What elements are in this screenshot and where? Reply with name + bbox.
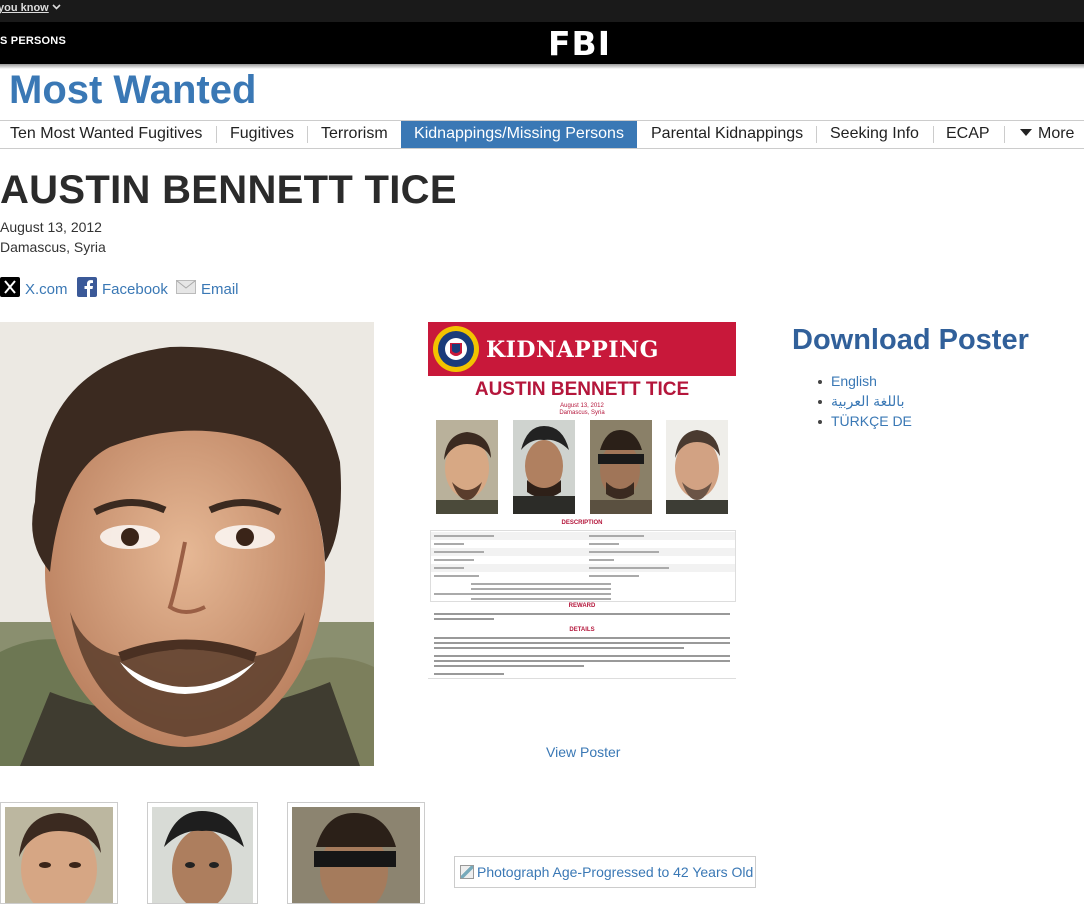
share-email-label: Email xyxy=(201,280,239,298)
nav-terrorism[interactable]: Terrorism xyxy=(307,121,402,148)
download-turkish-link[interactable]: TÜRKÇE DE xyxy=(812,412,912,432)
did-you-know-link[interactable]: you know xyxy=(0,2,61,14)
kidnapping-poster[interactable]: KIDNAPPING AUSTIN BENNETT TICE August 13… xyxy=(428,322,736,717)
poster-details-heading: DETAILS xyxy=(569,627,595,633)
age-progressed-photo[interactable]: Photograph Age-Progressed to 42 Years Ol… xyxy=(454,856,756,888)
thumbnail-photo-2[interactable] xyxy=(147,802,258,904)
chevron-down-icon xyxy=(52,1,61,13)
poster-date: August 13, 2012 xyxy=(560,403,604,409)
person-name: AUSTIN BENNETT TICE xyxy=(0,168,457,212)
poster-photo-2 xyxy=(513,420,575,514)
poster-photo-3 xyxy=(590,420,652,514)
thumbnail-photo-1[interactable] xyxy=(0,802,118,904)
facebook-icon xyxy=(77,277,102,301)
nav-kidnappings-missing-persons[interactable]: Kidnappings/Missing Persons xyxy=(401,121,637,148)
nav-seeking-info[interactable]: Seeking Info xyxy=(816,121,933,148)
nav-ecap[interactable]: ECAP xyxy=(933,121,1003,148)
share-x-label: X.com xyxy=(25,280,68,298)
caret-down-icon xyxy=(1020,129,1032,136)
email-icon xyxy=(176,279,201,299)
nav-more-menu[interactable]: More xyxy=(1004,121,1074,148)
nav-more-label: More xyxy=(1038,125,1075,142)
download-english-link[interactable]: English xyxy=(812,372,912,392)
broken-image-icon xyxy=(460,865,474,879)
download-poster-heading: Download Poster xyxy=(792,324,1029,356)
download-arabic-link[interactable]: باللغة العربية xyxy=(812,392,912,412)
top-utility-bar: you know xyxy=(0,0,1084,22)
poster-banner-title: KIDNAPPING xyxy=(486,337,659,363)
kidnapping-date: August 13, 2012 xyxy=(0,219,102,235)
section-nav: Ten Most Wanted Fugitives Fugitives Terr… xyxy=(0,120,1084,149)
nav-fugitives[interactable]: Fugitives xyxy=(216,121,308,148)
poster-description-heading: DESCRIPTION xyxy=(561,520,603,526)
site-header: S PERSONS FBI xyxy=(0,22,1084,64)
header-section-link[interactable]: S PERSONS xyxy=(0,35,66,47)
age-progressed-alt-text: Photograph Age-Progressed to 42 Years Ol… xyxy=(477,864,754,880)
kidnapping-location: Damascus, Syria xyxy=(0,239,106,255)
poster-description-table xyxy=(430,530,736,602)
portrait-image xyxy=(0,322,374,766)
view-poster-link[interactable]: View Poster xyxy=(546,744,620,760)
nav-ten-most-wanted[interactable]: Ten Most Wanted Fugitives xyxy=(0,121,212,148)
poster-reward-heading: REWARD xyxy=(568,603,596,609)
poster-location: Damascus, Syria xyxy=(559,410,605,416)
did-you-know-label: you know xyxy=(0,2,49,14)
share-x-link[interactable]: X.com xyxy=(0,277,68,301)
download-language-list: English باللغة العربية TÜRKÇE DE xyxy=(812,372,912,432)
main-photo[interactable] xyxy=(0,322,374,766)
poster-photo-4 xyxy=(666,420,728,514)
thumbnail-photo-3[interactable] xyxy=(287,802,425,904)
page-title[interactable]: Most Wanted xyxy=(9,68,256,113)
poster-photo-1 xyxy=(436,420,498,514)
poster-person-name: AUSTIN BENNETT TICE xyxy=(474,379,690,400)
fbi-seal-icon xyxy=(432,325,480,378)
share-facebook-link[interactable]: Facebook xyxy=(77,277,168,301)
share-email-link[interactable]: Email xyxy=(176,279,239,299)
x-icon xyxy=(0,277,25,301)
nav-parental-kidnappings[interactable]: Parental Kidnappings xyxy=(637,121,817,148)
fbi-logo[interactable]: FBI xyxy=(548,24,611,63)
share-facebook-label: Facebook xyxy=(102,280,168,298)
